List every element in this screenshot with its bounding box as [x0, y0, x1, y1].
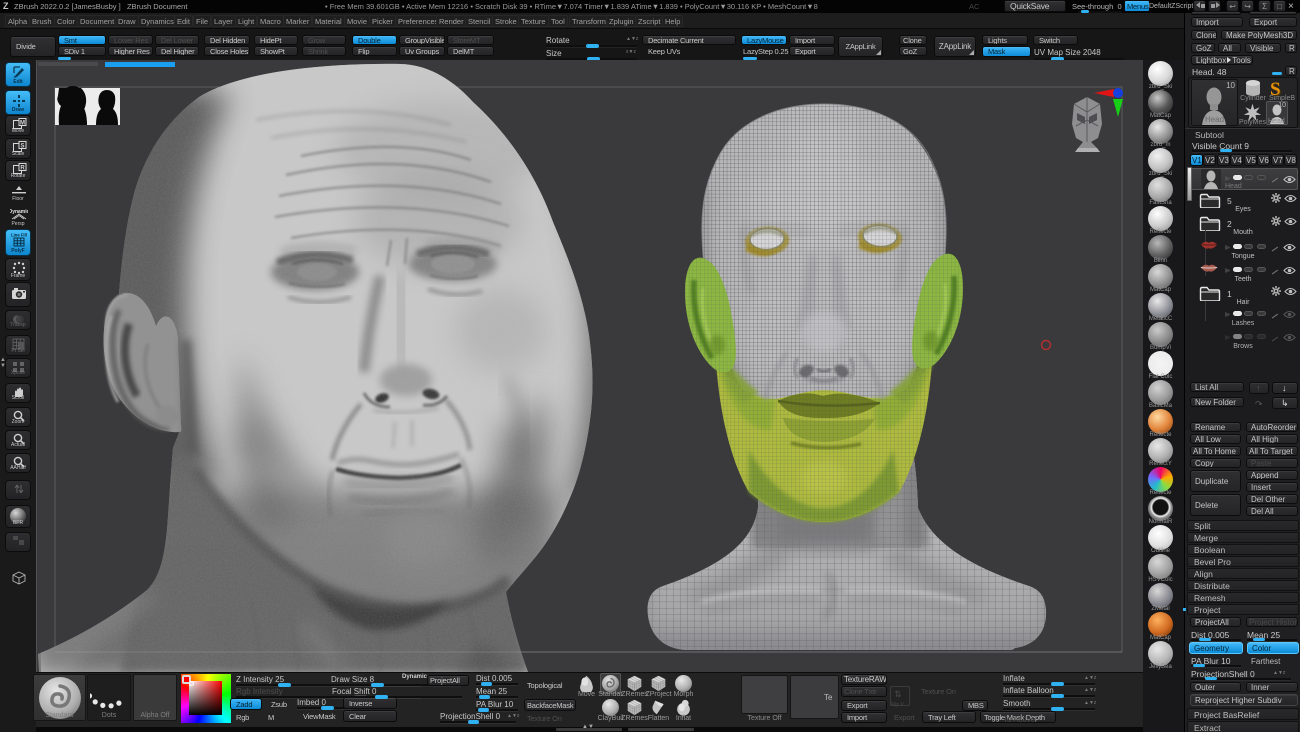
svg-text:M: M [20, 121, 25, 127]
svg-text:Line Fill: Line Fill [11, 233, 27, 238]
svg-text:S: S [20, 144, 24, 150]
svg-text:R: R [20, 166, 25, 172]
